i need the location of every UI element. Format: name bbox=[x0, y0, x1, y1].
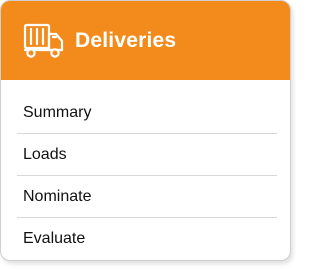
deliveries-card: Deliveries Summary Loads Nominate Evalua… bbox=[0, 0, 291, 261]
menu-item-loads[interactable]: Loads bbox=[17, 134, 277, 176]
menu-item-evaluate[interactable]: Evaluate bbox=[17, 218, 277, 260]
deliveries-menu: Summary Loads Nominate Evaluate bbox=[1, 80, 290, 260]
card-header: Deliveries bbox=[1, 1, 290, 80]
card-title: Deliveries bbox=[75, 28, 177, 52]
delivery-truck-icon bbox=[22, 21, 66, 61]
menu-item-nominate[interactable]: Nominate bbox=[17, 176, 277, 218]
menu-item-summary[interactable]: Summary bbox=[17, 92, 277, 134]
